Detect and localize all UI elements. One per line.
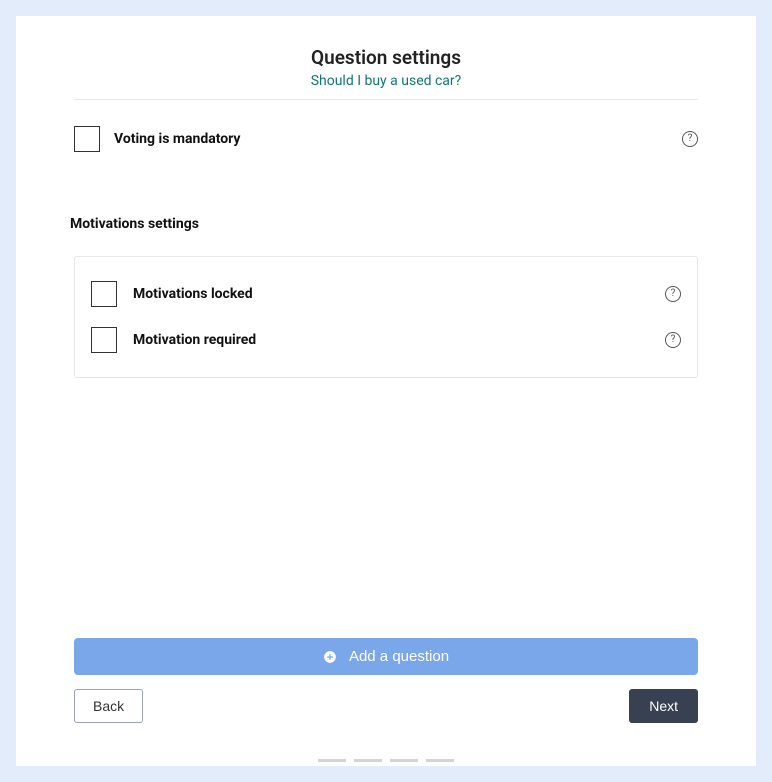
motivation-required-checkbox[interactable] [91,327,117,353]
motivations-locked-label: Motivations locked [133,286,253,302]
motivations-locked-row: Motivations locked ? [91,271,681,317]
help-icon[interactable]: ? [682,131,698,147]
motivations-box: Motivations locked ? Motivation required… [74,256,698,378]
help-icon[interactable]: ? [665,286,681,302]
action-row: Back Next [74,689,698,723]
motivations-locked-checkbox[interactable] [91,281,117,307]
progress-step [426,759,454,762]
header: Question settings Should I buy a used ca… [16,16,756,99]
voting-mandatory-row: Voting is mandatory ? [74,120,698,158]
next-button[interactable]: Next [629,689,698,723]
progress-step [318,759,346,762]
page-title: Question settings [16,46,756,69]
motivation-required-label: Motivation required [133,332,256,348]
row-left: Motivations locked [91,281,253,307]
back-button[interactable]: Back [74,689,143,723]
motivations-section-heading: Motivations settings [70,216,698,232]
plus-circle-icon [323,650,337,664]
voting-mandatory-checkbox[interactable] [74,126,100,152]
voting-mandatory-label: Voting is mandatory [114,131,240,147]
progress-step [354,759,382,762]
row-left: Motivation required [91,327,256,353]
content: Voting is mandatory ? Motivations settin… [16,100,756,378]
help-icon[interactable]: ? [665,332,681,348]
add-question-label: Add a question [349,648,449,665]
add-question-button[interactable]: Add a question [74,638,698,675]
bottom-bar: Add a question Back Next [16,638,756,766]
progress-step [390,759,418,762]
progress-indicator [74,759,698,766]
row-left: Voting is mandatory [74,126,240,152]
settings-panel: Question settings Should I buy a used ca… [16,16,756,766]
page-subtitle: Should I buy a used car? [16,73,756,89]
motivation-required-row: Motivation required ? [91,317,681,363]
